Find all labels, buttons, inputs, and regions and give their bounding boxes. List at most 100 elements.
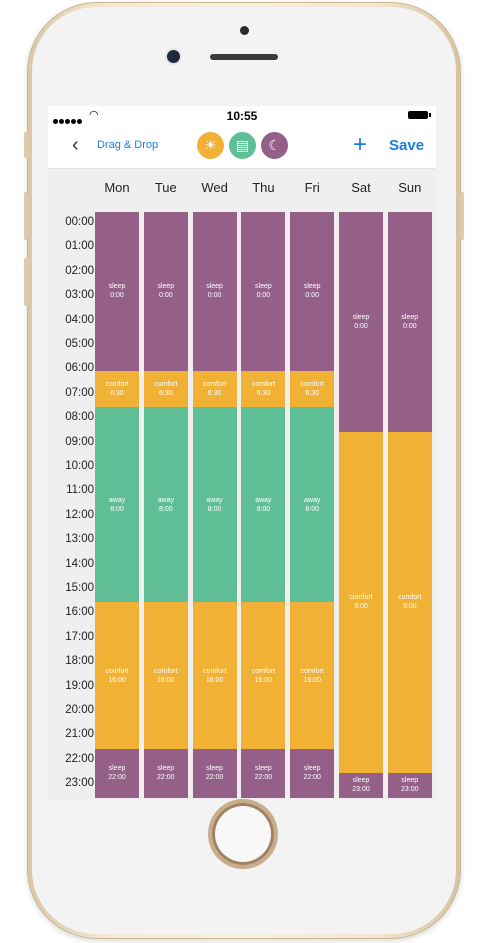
block-start-time: 6:30: [110, 389, 124, 397]
schedule-block-sleep[interactable]: sleep 22:00: [143, 748, 188, 798]
hour-label: 13:00: [65, 533, 94, 546]
schedule-block-away[interactable]: away 8:00: [192, 407, 237, 603]
block-start-time: 0:00: [354, 322, 368, 330]
block-mode: sleep: [157, 283, 175, 291]
schedule-block-sleep[interactable]: sleep 0:00: [192, 212, 237, 371]
schedule-block-comfort[interactable]: comfort 16:00: [192, 602, 237, 749]
power-button: [460, 192, 464, 240]
schedule-block-away[interactable]: away 8:00: [290, 407, 335, 603]
status-time: 10:55: [226, 109, 258, 123]
back-chevron-icon[interactable]: ‹: [72, 135, 79, 155]
schedule-block-sleep[interactable]: sleep 0:00: [95, 212, 139, 371]
block-start-time: 23:00: [352, 786, 370, 794]
day-column-thu: sleep 0:00 comfort 6:30 away 8:00 comfort 16:00…: [241, 212, 286, 798]
schedule-block-comfort[interactable]: comfort 6:30: [241, 370, 286, 408]
hour-label: 15:00: [65, 582, 94, 594]
block-mode: sleep: [255, 283, 272, 291]
block-start-time: 16:00: [205, 676, 224, 684]
schedule-block-sleep[interactable]: sleep 23:00: [339, 773, 383, 798]
schedule-block-label: away 8:00: [193, 496, 237, 514]
hour-label: 17:00: [65, 630, 94, 643]
schedule-block-comfort[interactable]: comfort 6:30: [290, 370, 335, 408]
schedule-block-label: comfort 6:30: [144, 380, 188, 398]
hour-label: 02:00: [65, 264, 94, 277]
earpiece-speaker: [210, 54, 278, 60]
schedule-block-sleep[interactable]: sleep 0:00: [241, 212, 286, 371]
block-mode: comfort: [300, 667, 324, 675]
schedule-block-away[interactable]: away 8:00: [241, 407, 286, 603]
schedule-block-sleep[interactable]: sleep 0:00: [290, 212, 335, 371]
battery-icon: [408, 111, 431, 119]
add-button[interactable]: +: [353, 130, 367, 160]
schedule-block-away[interactable]: away 8:00: [95, 407, 139, 603]
schedule-block-label: comfort 16:00: [144, 667, 188, 685]
day-column-sat: sleep 0:00 comfort 9:00 sleep 23:00: [339, 212, 383, 798]
schedule-block-label: sleep 22:00: [290, 764, 334, 782]
schedule-block-label: comfort 16:00: [241, 667, 285, 685]
schedule-block-comfort[interactable]: comfort 16:00: [290, 602, 335, 749]
hour-label: 12:00: [65, 508, 94, 521]
day-header-sat: Sat: [351, 180, 371, 195]
hour-label: 09:00: [65, 435, 94, 448]
block-start-time: 8:00: [207, 505, 222, 513]
schedule-block-label: away 8:00: [95, 496, 139, 514]
schedule-block-comfort[interactable]: comfort 6:30: [143, 370, 188, 408]
block-start-time: 8:00: [110, 505, 124, 513]
day-column-wed: sleep 0:00 comfort 6:30 away 8:00 comfort 16:00…: [192, 212, 237, 798]
schedule-block-comfort[interactable]: comfort 16:00: [241, 602, 286, 749]
schedule-block-sleep[interactable]: sleep 0:00: [143, 212, 188, 371]
schedule-block-label: away 8:00: [241, 496, 285, 514]
block-start-time: 16:00: [254, 676, 273, 684]
day-header-wed: Wed: [201, 180, 228, 195]
home-button[interactable]: [212, 803, 274, 865]
volume-up-button: [24, 192, 28, 240]
block-start-time: 6:30: [158, 389, 173, 397]
schedule-block-sleep[interactable]: sleep 22:00: [95, 748, 139, 798]
briefcase-icon[interactable]: ▤: [229, 132, 256, 159]
schedule-block-label: sleep 22:00: [241, 764, 285, 782]
schedule-block-label: comfort 16:00: [193, 667, 237, 685]
schedule-block-sleep[interactable]: sleep 22:00: [241, 748, 286, 798]
block-mode: away: [157, 496, 174, 504]
block-start-time: 16:00: [108, 676, 126, 684]
hour-label: 07:00: [65, 386, 94, 399]
hour-label: 03:00: [65, 289, 94, 302]
hour-label: 18:00: [65, 655, 94, 668]
block-start-time: 16:00: [303, 676, 321, 684]
day-column-mon: sleep 0:00 comfort 6:30 away 8:00 comfort 16:00…: [95, 212, 139, 798]
block-mode: comfort: [202, 380, 227, 388]
schedule-block-sleep[interactable]: sleep 0:00: [387, 212, 432, 432]
moon-icon[interactable]: ☾: [261, 132, 288, 159]
sun-icon[interactable]: ☀: [197, 132, 224, 159]
schedule-block-comfort[interactable]: comfort 9:00: [387, 431, 432, 774]
hour-label: 00:00: [65, 216, 94, 228]
schedule-block-comfort[interactable]: comfort 16:00: [143, 602, 188, 749]
block-mode: comfort: [349, 594, 373, 602]
schedule-block-comfort[interactable]: comfort 16:00: [95, 602, 139, 749]
block-mode: away: [255, 496, 272, 504]
schedule-block-sleep[interactable]: sleep 23:00: [387, 773, 432, 798]
hour-label: 05:00: [65, 338, 94, 350]
block-mode: comfort: [398, 594, 422, 602]
block-start-time: 6:30: [305, 389, 319, 397]
schedule-block-label: sleep 0:00: [388, 313, 432, 331]
status-bar: ◠ 10:55: [48, 106, 436, 126]
schedule-block-label: comfort 9:00: [388, 593, 432, 611]
schedule-block-sleep[interactable]: sleep 22:00: [290, 748, 335, 798]
hour-label: 19:00: [65, 679, 94, 692]
schedule-block-comfort[interactable]: comfort 9:00: [339, 431, 383, 774]
block-start-time: 8:00: [305, 505, 319, 513]
block-start-time: 9:00: [402, 603, 417, 611]
save-button[interactable]: Save: [389, 137, 424, 154]
schedule-block-comfort[interactable]: comfort 6:30: [95, 370, 139, 408]
block-mode: comfort: [300, 380, 324, 388]
schedule-block-sleep[interactable]: sleep 22:00: [192, 748, 237, 798]
back-button[interactable]: Drag & Drop: [97, 139, 158, 151]
front-camera: [167, 50, 180, 63]
hour-label: 11:00: [66, 484, 94, 497]
schedule-block-label: sleep 22:00: [193, 764, 237, 782]
schedule-block-away[interactable]: away 8:00: [143, 407, 188, 603]
hour-label: 04:00: [65, 313, 94, 326]
schedule-block-sleep[interactable]: sleep 0:00: [339, 212, 383, 432]
schedule-block-comfort[interactable]: comfort 6:30: [192, 370, 237, 408]
